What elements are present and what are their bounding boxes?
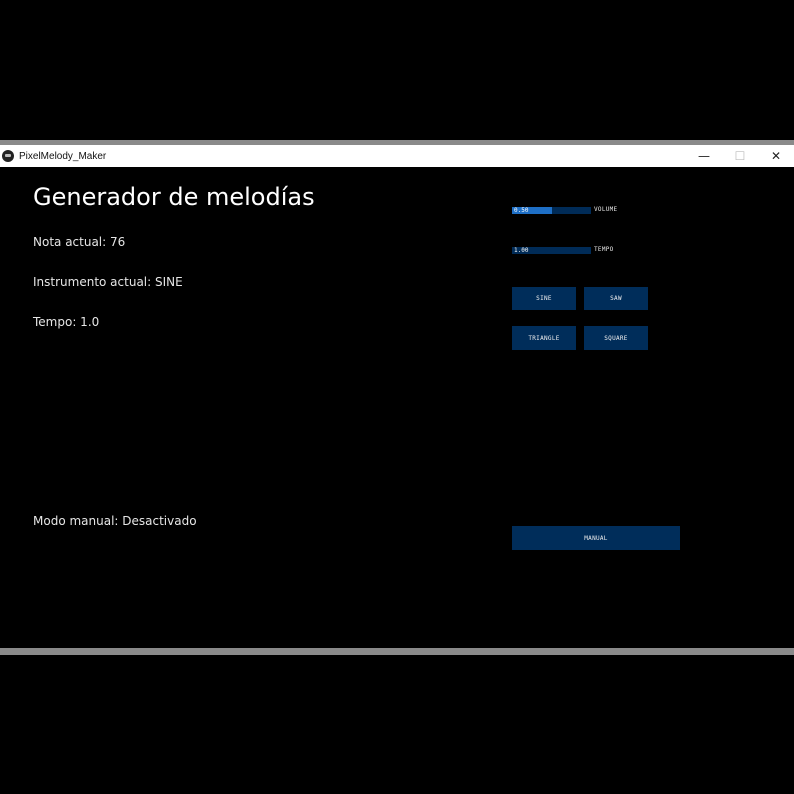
window-frame-bottom — [0, 648, 794, 655]
volume-value: 0.50 — [514, 207, 529, 214]
app-icon — [2, 150, 14, 162]
page-title: Generador de melodías — [33, 183, 315, 211]
square-button[interactable]: SQUARE — [584, 326, 648, 350]
tempo-slider[interactable]: 1.00 — [512, 247, 591, 254]
volume-slider[interactable]: 0.50 — [512, 207, 591, 214]
minimize-button[interactable]: — — [686, 145, 722, 167]
app-canvas: Generador de melodías Nota actual: 76 In… — [0, 167, 794, 648]
triangle-button[interactable]: TRIANGLE — [512, 326, 576, 350]
saw-button[interactable]: SAW — [584, 287, 648, 310]
title-bar[interactable]: PixelMelody_Maker — ☐ ✕ — [0, 145, 794, 167]
manual-button[interactable]: MANUAL — [512, 526, 680, 550]
window-controls: — ☐ ✕ — [686, 145, 794, 167]
maximize-button[interactable]: ☐ — [722, 145, 758, 167]
manual-mode-label: Modo manual: Desactivado — [33, 514, 197, 528]
sine-button[interactable]: SINE — [512, 287, 576, 310]
tempo-value: 1.00 — [514, 247, 529, 254]
current-instrument-label: Instrumento actual: SINE — [33, 275, 183, 289]
tempo-label: Tempo: 1.0 — [33, 315, 100, 329]
tempo-slider-label: TEMPO — [594, 246, 614, 253]
volume-slider-label: VOLUME — [594, 206, 618, 213]
close-button[interactable]: ✕ — [758, 145, 794, 167]
current-note-label: Nota actual: 76 — [33, 235, 126, 249]
window-title: PixelMelody_Maker — [19, 150, 107, 162]
